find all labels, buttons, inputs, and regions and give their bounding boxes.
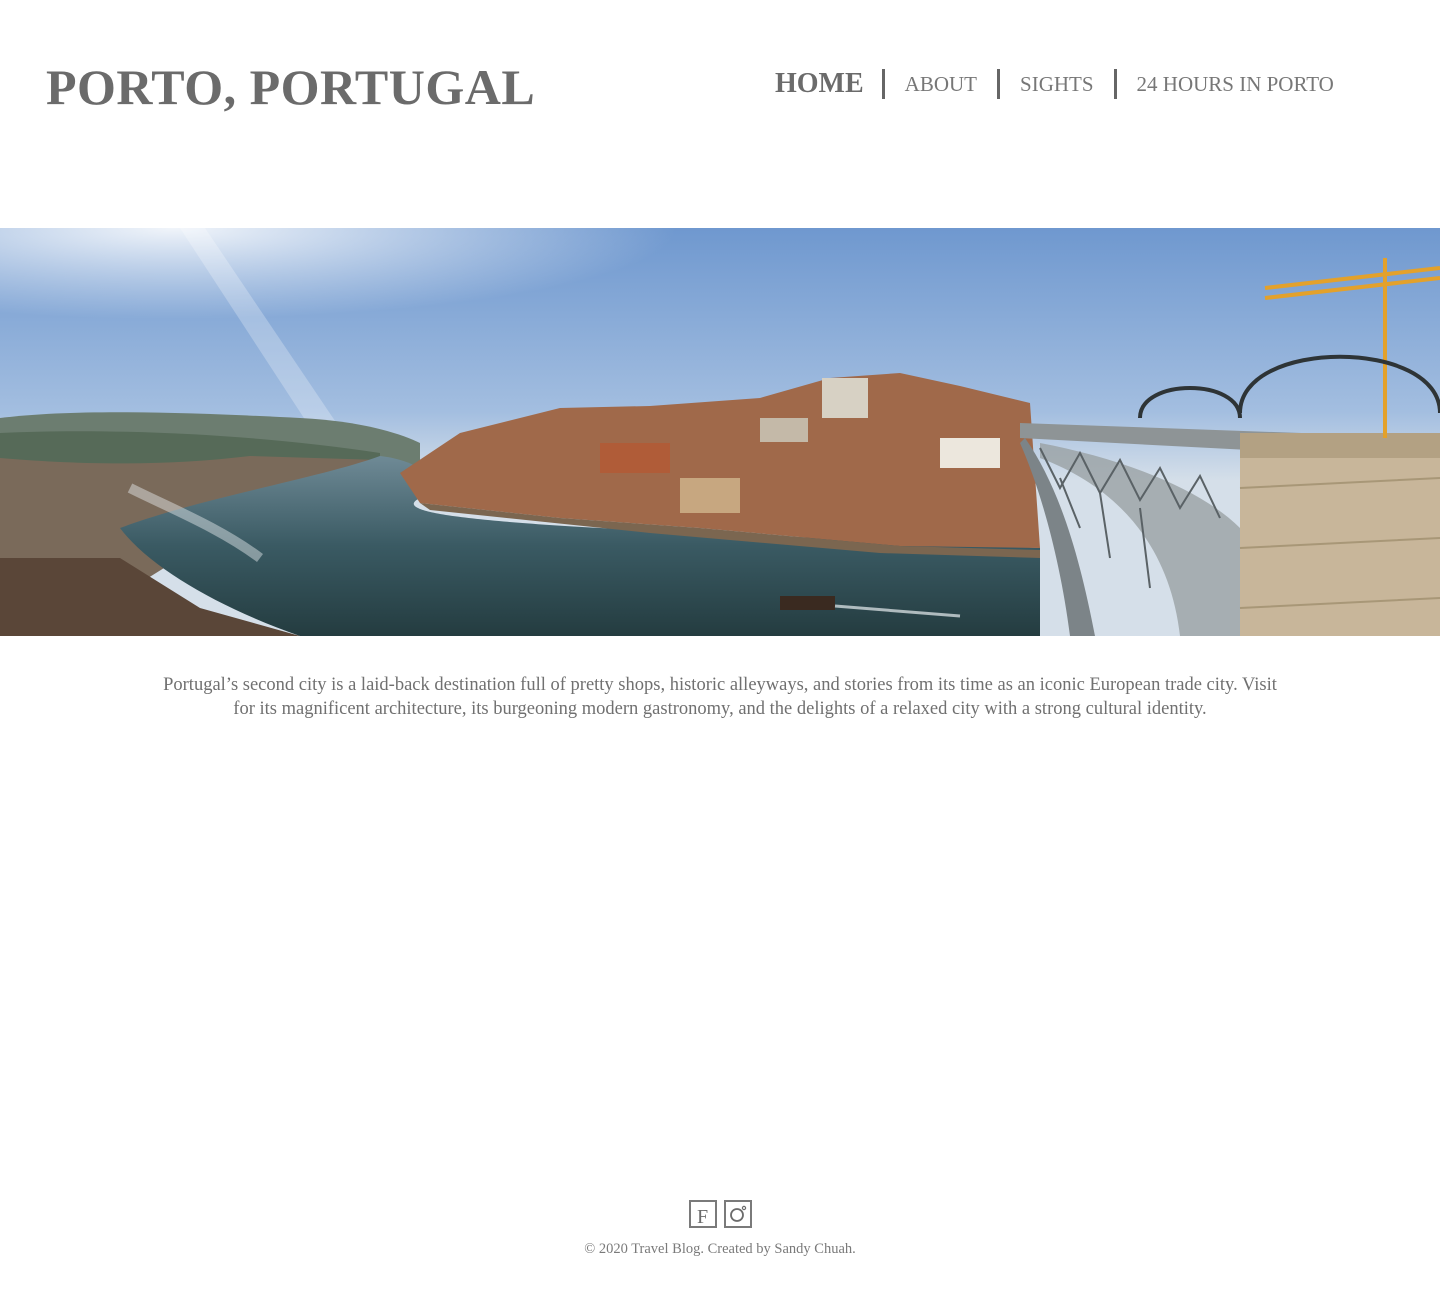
site-title[interactable]: PORTO, PORTUGAL: [46, 58, 535, 116]
instagram-icon[interactable]: [723, 1200, 752, 1228]
nav-sights[interactable]: SIGHTS: [1020, 66, 1094, 102]
main-nav: HOME ABOUT SIGHTS 24 HOURS IN PORTO: [775, 66, 1334, 102]
nav-divider: [1113, 69, 1117, 99]
site-footer: F © 2020 Travel Blog. Created by Sandy C…: [0, 1200, 1440, 1258]
nav-home[interactable]: HOME: [775, 66, 864, 102]
nav-about[interactable]: ABOUT: [905, 66, 977, 102]
social-links: F: [0, 1200, 1440, 1228]
site-header: PORTO, PORTUGAL HOME ABOUT SIGHTS 24 HOU…: [0, 0, 1440, 228]
hero-panorama-image: [0, 228, 1440, 636]
nav-divider: [881, 69, 885, 99]
copyright-text: © 2020 Travel Blog. Created by Sandy Chu…: [584, 1241, 856, 1257]
intro-paragraph: Portugal’s second city is a laid-back de…: [163, 675, 1277, 719]
panorama-photo-icon: [0, 228, 1440, 636]
facebook-icon[interactable]: F: [688, 1200, 717, 1228]
nav-divider: [997, 69, 1001, 99]
nav-24-hours[interactable]: 24 HOURS IN PORTO: [1137, 66, 1334, 102]
